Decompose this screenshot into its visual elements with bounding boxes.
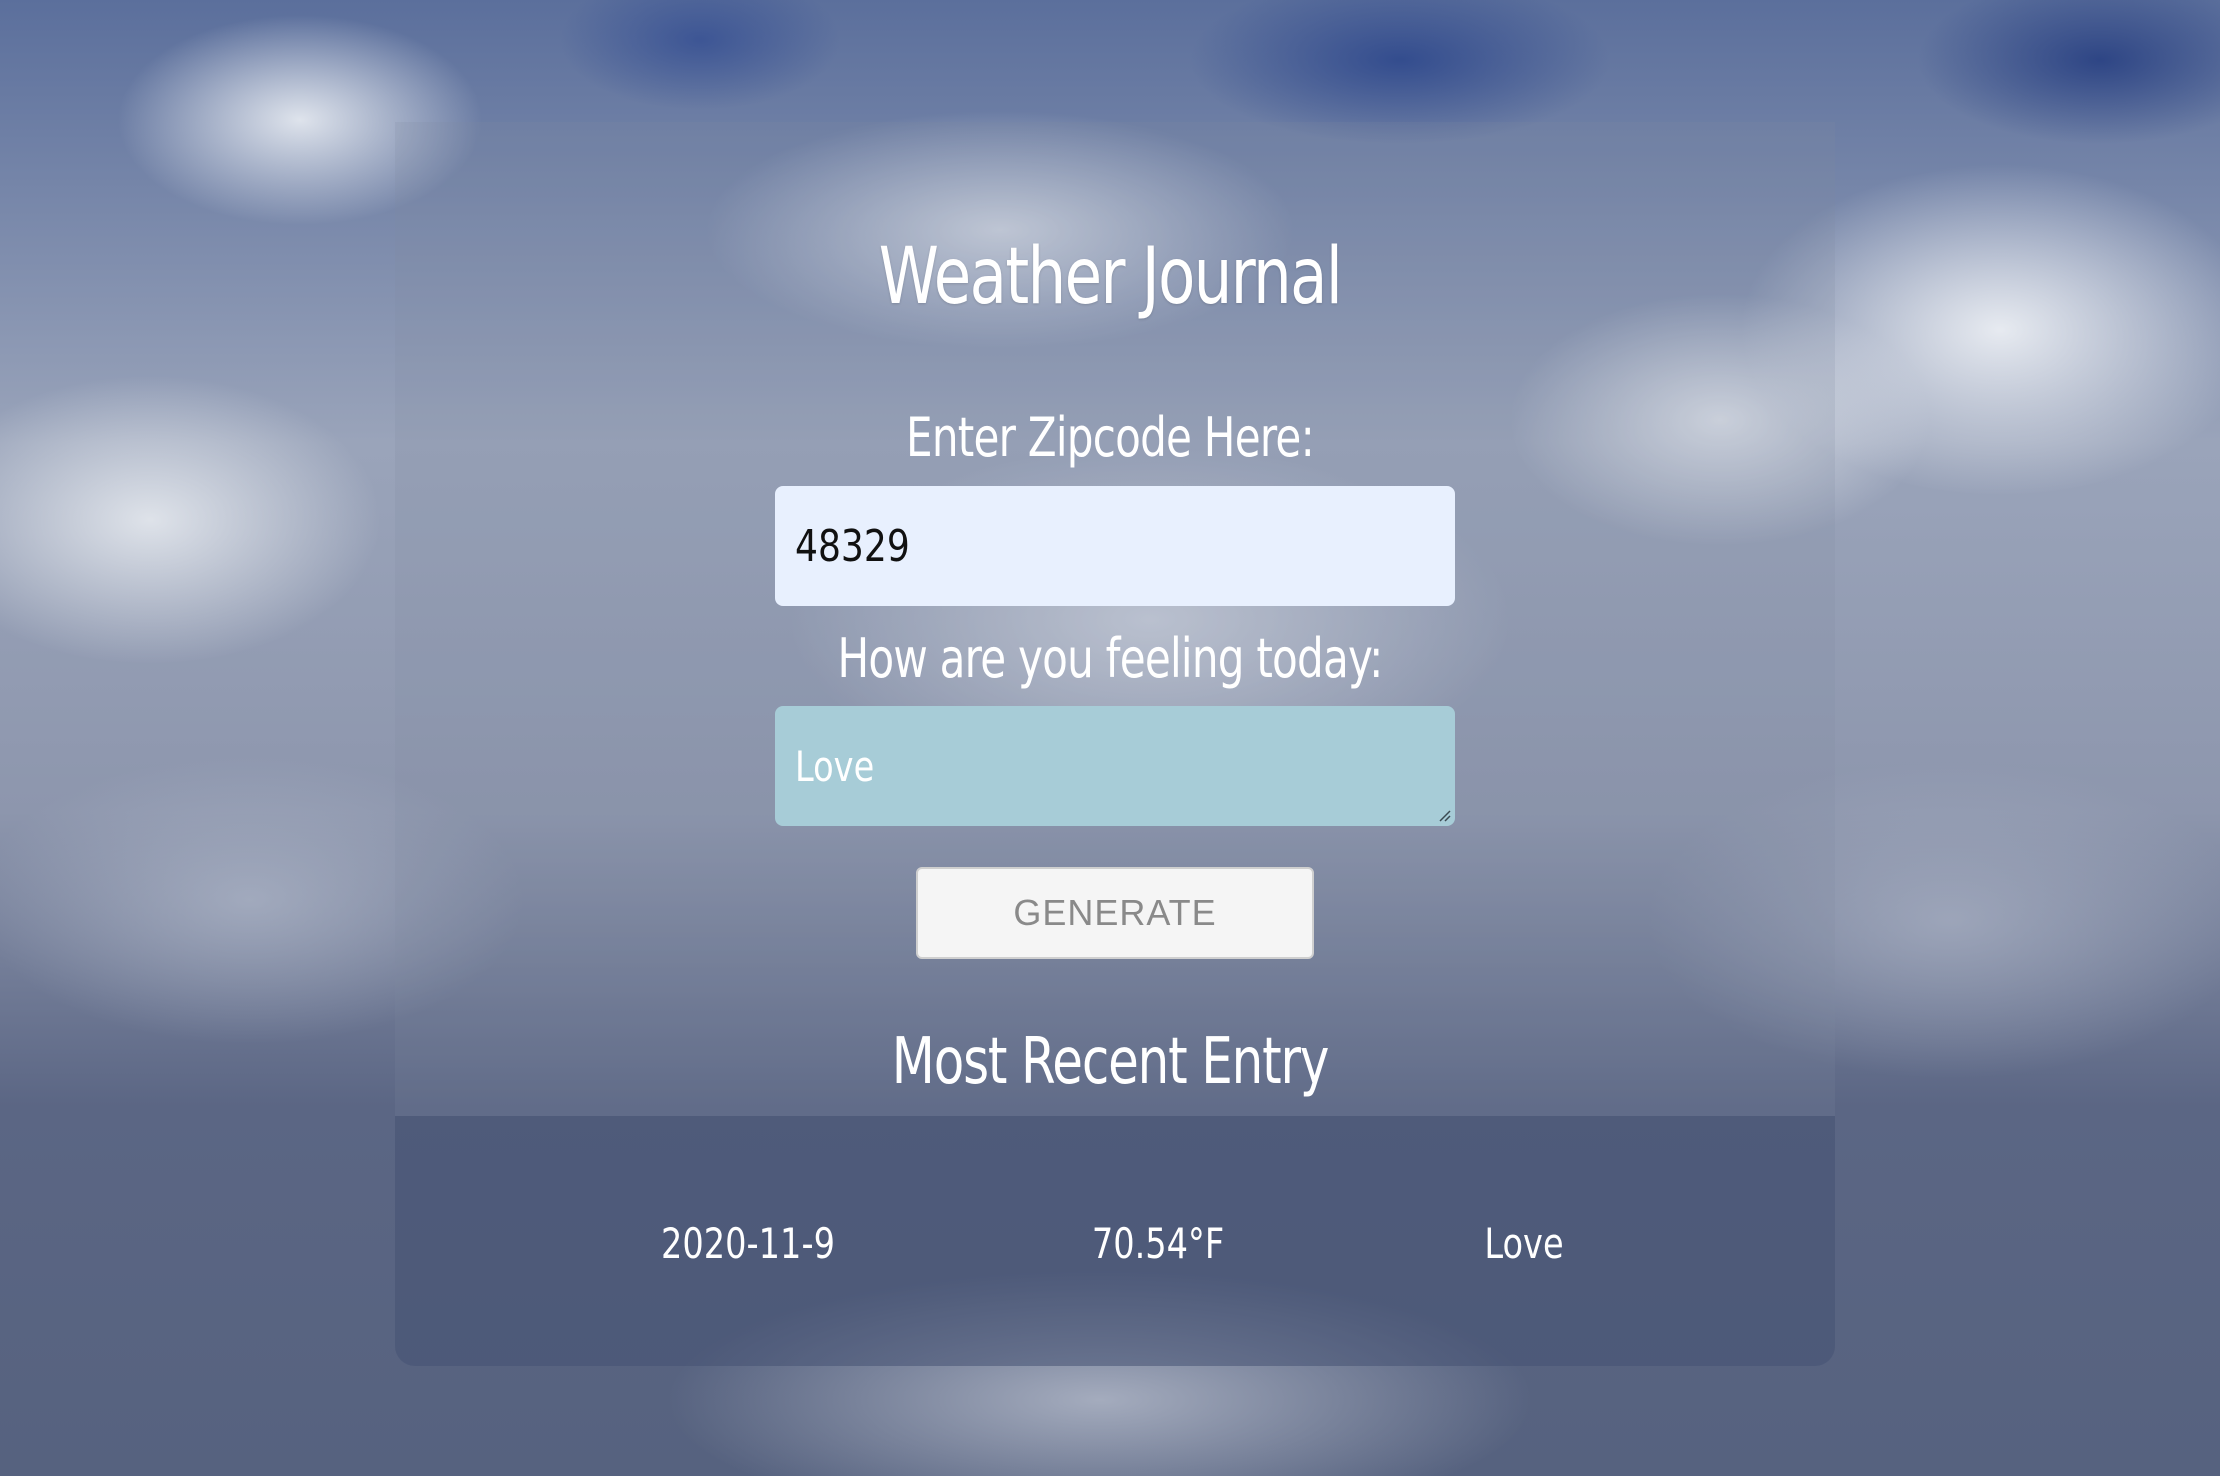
resize-grip-icon[interactable] xyxy=(1437,808,1451,822)
zipcode-label: Enter Zipcode Here: xyxy=(906,406,1315,469)
entry-content: Love xyxy=(1484,1219,1564,1268)
feelings-textarea-value: Love xyxy=(795,741,875,791)
feelings-label: How are you feeling today: xyxy=(837,627,1383,690)
zipcode-input-value: 48329 xyxy=(795,520,910,572)
generate-button[interactable]: GENERATE xyxy=(916,867,1314,959)
recent-entry-title: Most Recent Entry xyxy=(891,1025,1330,1099)
page-title: Weather Journal xyxy=(878,232,1343,322)
entry-date: 2020-11-9 xyxy=(661,1219,835,1268)
feelings-textarea[interactable]: Love xyxy=(775,706,1455,826)
entry-temperature: 70.54°F xyxy=(1091,1219,1225,1268)
zipcode-input[interactable]: 48329 xyxy=(775,486,1455,606)
